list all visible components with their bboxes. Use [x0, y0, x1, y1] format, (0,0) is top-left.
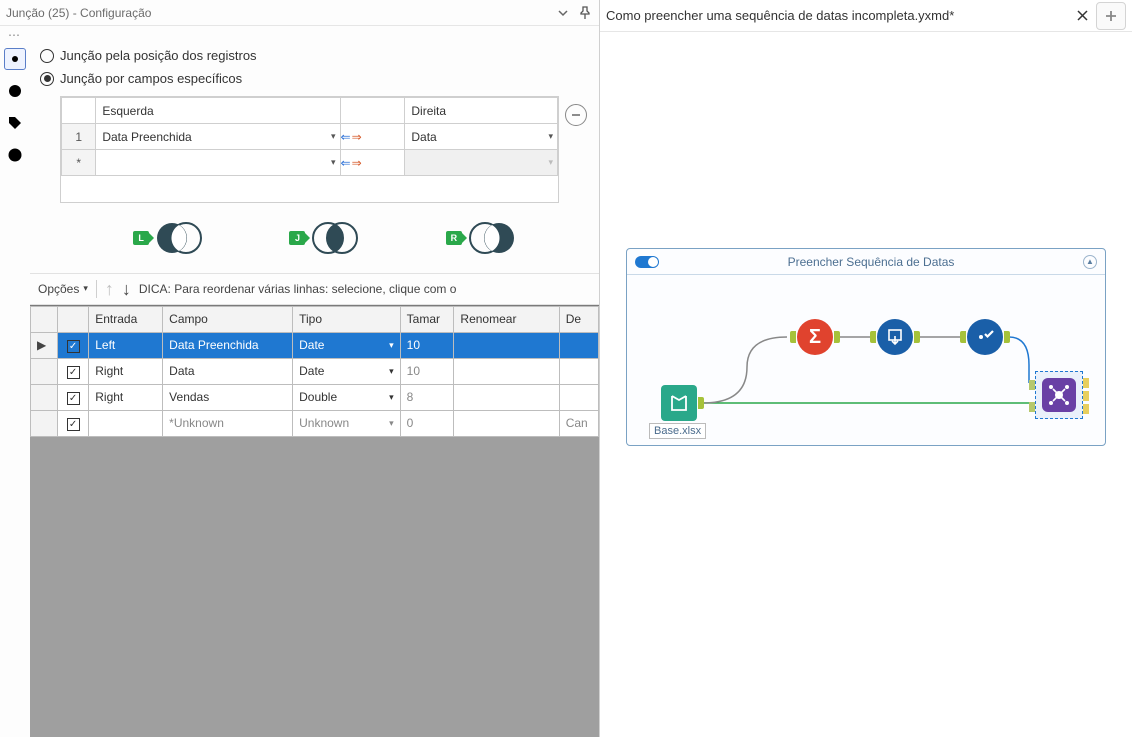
table-row[interactable]: ▶✓LeftData PreenchidaDate▾10	[31, 332, 599, 358]
workflow-panel: Como preencher uma sequência de datas in…	[600, 0, 1132, 737]
left-field-select[interactable]: Data Preenchida▾	[96, 124, 339, 149]
radio-join-by-position[interactable]: Junção pela posição dos registros	[30, 44, 599, 67]
pin-icon[interactable]	[577, 5, 593, 21]
venn-preview-row: L J R	[30, 209, 599, 273]
type-select[interactable]: Date▾	[299, 364, 394, 378]
checkbox[interactable]: ✓	[67, 418, 80, 431]
venn-left[interactable]: L	[133, 221, 203, 255]
join-fields-table: Esquerda Direita 1 Data Preenchida▾ ⇐⇒ D…	[60, 96, 559, 203]
remove-row-button[interactable]	[565, 104, 587, 126]
help-icon[interactable]	[4, 144, 26, 166]
container-title: Preencher Sequência de Datas	[667, 255, 1075, 269]
move-up-button[interactable]: ↑	[105, 280, 114, 298]
container-collapse-button[interactable]: ▲	[1083, 255, 1097, 269]
move-down-button[interactable]: ↓	[122, 280, 131, 298]
tool-summarize[interactable]: Σ	[797, 319, 833, 355]
right-field-select[interactable]: ▾	[405, 150, 557, 175]
swap-fields-icon[interactable]: ⇐⇒	[340, 124, 405, 150]
options-dropdown[interactable]: Opções▾	[38, 282, 88, 296]
table-row[interactable]: ✓*UnknownUnknown▾0Can	[31, 410, 599, 436]
tool-select[interactable]	[967, 319, 1003, 355]
venn-join[interactable]: J	[289, 221, 359, 255]
hint-text: DICA: Para reordenar várias linhas: sele…	[139, 282, 591, 296]
tab-add-button[interactable]	[1096, 2, 1126, 30]
tab-close-button[interactable]	[1074, 8, 1090, 24]
panel-title: Junção (25) - Configuração	[6, 6, 549, 20]
overflow-menu-icon[interactable]: ⋯	[0, 26, 599, 44]
tool-input-data[interactable]	[661, 385, 697, 421]
type-select[interactable]: Unknown▾	[299, 416, 394, 430]
navigate-icon[interactable]	[4, 80, 26, 102]
left-header: Esquerda	[96, 98, 340, 124]
tool-container[interactable]: Preencher Sequência de Datas ▲	[626, 248, 1106, 446]
tool-append[interactable]	[877, 319, 913, 355]
type-select[interactable]: Double▾	[299, 390, 394, 404]
configuration-panel: Junção (25) - Configuração ⋯	[0, 0, 600, 737]
workflow-tab[interactable]: Como preencher uma sequência de datas in…	[606, 0, 1068, 31]
tab-bar: Como preencher uma sequência de datas in…	[600, 0, 1132, 32]
workflow-canvas[interactable]: Preencher Sequência de Datas ▲	[600, 32, 1132, 737]
table-row[interactable]: ✓RightVendasDouble▾8	[31, 384, 599, 410]
radio-icon[interactable]	[40, 72, 54, 86]
right-header: Direita	[405, 98, 558, 124]
checkbox[interactable]: ✓	[67, 366, 80, 379]
tool-join-selected[interactable]	[1035, 371, 1083, 419]
checkbox[interactable]: ✓	[67, 392, 80, 405]
config-sidebar	[0, 44, 30, 737]
input-file-label: Base.xlsx	[649, 423, 706, 439]
radio-icon[interactable]	[40, 49, 54, 63]
field-grid: Entrada Campo Tipo Tamar Renomear De ▶✓L…	[30, 305, 599, 737]
gear-icon[interactable]	[4, 48, 26, 70]
swap-fields-icon[interactable]: ⇐⇒	[340, 150, 405, 176]
table-row[interactable]: ✓RightDataDate▾10	[31, 358, 599, 384]
radio-join-by-fields[interactable]: Junção por campos específicos	[30, 67, 599, 90]
config-header: Junção (25) - Configuração	[0, 0, 599, 26]
venn-right[interactable]: R	[446, 221, 516, 255]
options-bar: Opções▾ ↑ ↓ DICA: Para reordenar várias …	[30, 274, 599, 305]
container-toggle[interactable]	[635, 256, 659, 268]
left-field-select[interactable]: ▾	[96, 150, 339, 175]
tag-icon[interactable]	[4, 112, 26, 134]
checkbox[interactable]: ✓	[67, 340, 80, 353]
collapse-chevron-icon[interactable]	[555, 5, 571, 21]
type-select[interactable]: Date▾	[299, 338, 394, 352]
right-field-select[interactable]: Data▾	[405, 124, 557, 149]
